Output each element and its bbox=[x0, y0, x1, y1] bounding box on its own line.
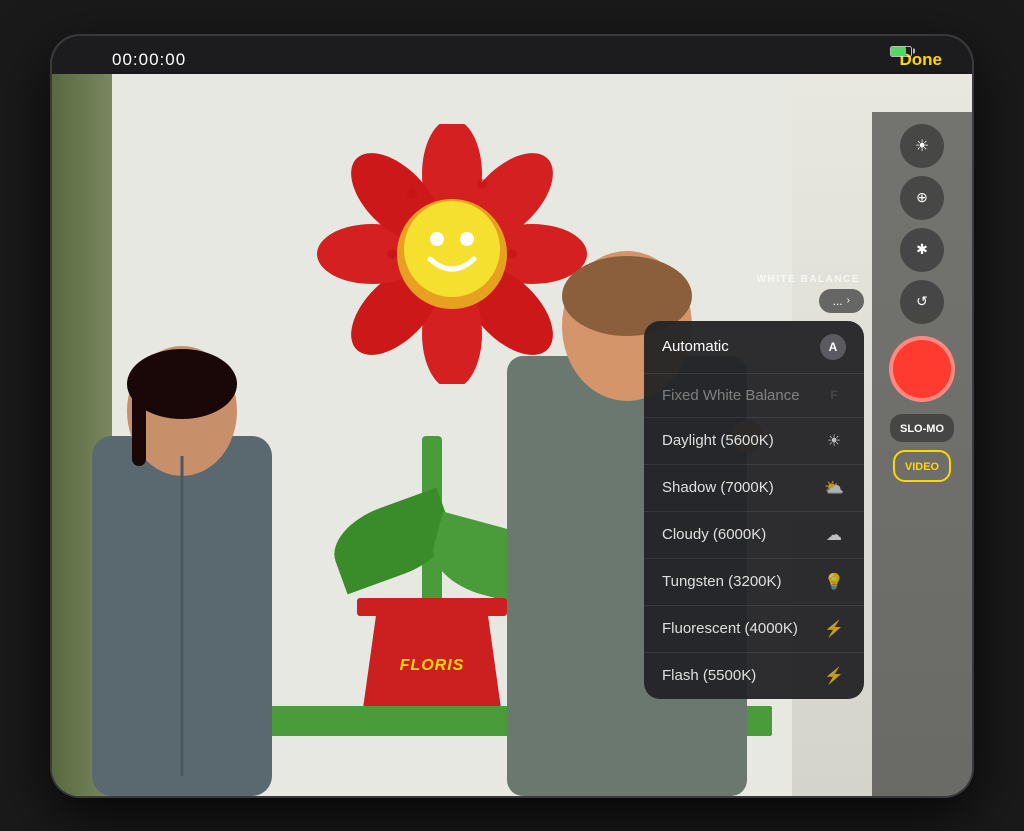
timer-display: 00:00:00 bbox=[72, 50, 186, 70]
ipad-frame: 00:00:00 Done bbox=[52, 36, 972, 796]
wb-icon-tungsten: 💡 bbox=[822, 572, 846, 592]
live-photo-button[interactable]: ↺ bbox=[900, 280, 944, 324]
wb-icon-shadow: ⛅ bbox=[822, 478, 846, 498]
video-mode-button[interactable]: VIDEO bbox=[893, 450, 951, 482]
wb-item-automatic[interactable]: Automatic A bbox=[644, 321, 864, 374]
ev-control-icon: ⊕ bbox=[916, 189, 928, 206]
wb-label-daylight: Daylight (5600K) bbox=[662, 432, 774, 449]
battery-indicator bbox=[890, 46, 912, 57]
wb-label-flash: Flash (5500K) bbox=[662, 667, 756, 684]
wb-icon-daylight: ☀ bbox=[822, 431, 846, 451]
wb-item-shadow[interactable]: Shadow (7000K) ⛅ bbox=[644, 465, 864, 512]
wb-label-fixed: Fixed White Balance bbox=[662, 387, 800, 404]
wb-icon-fluorescent: ⚡ bbox=[822, 619, 846, 639]
wb-item-daylight[interactable]: Daylight (5600K) ☀ bbox=[644, 418, 864, 465]
wb-icon-automatic: A bbox=[820, 334, 846, 360]
wb-header-text: ... bbox=[833, 294, 843, 308]
flash-control-icon: ✱ bbox=[916, 241, 928, 258]
wb-section-label: WHITE BALANCE bbox=[644, 274, 864, 285]
wb-label-automatic: Automatic bbox=[662, 338, 729, 355]
battery-fill bbox=[891, 47, 906, 56]
chevron-right-icon: › bbox=[847, 295, 850, 306]
wb-item-tungsten[interactable]: Tungsten (3200K) 💡 bbox=[644, 559, 864, 606]
wb-icon-cloudy: ☁ bbox=[822, 525, 846, 545]
wb-label-tungsten: Tungsten (3200K) bbox=[662, 573, 782, 590]
battery-body bbox=[890, 46, 912, 57]
slo-mo-button[interactable]: SLO-MO bbox=[890, 414, 954, 442]
wb-dropdown-menu: Automatic A Fixed White Balance F Daylig… bbox=[644, 321, 864, 699]
record-button[interactable] bbox=[889, 336, 955, 402]
pot-text: FLORIS bbox=[400, 657, 465, 675]
wb-label-shadow: Shadow (7000K) bbox=[662, 479, 774, 496]
wb-control-button[interactable]: ☀ bbox=[900, 124, 944, 168]
wb-item-flash[interactable]: Flash (5500K) ⚡ bbox=[644, 653, 864, 699]
wb-icon-flash: ⚡ bbox=[822, 666, 846, 686]
wb-item-fixed[interactable]: Fixed White Balance F bbox=[644, 374, 864, 418]
status-bar: 00:00:00 Done bbox=[52, 36, 972, 76]
wb-label-cloudy: Cloudy (6000K) bbox=[662, 526, 766, 543]
white-balance-container: WHITE BALANCE ... › Automatic A Fixed Wh… bbox=[644, 274, 864, 699]
live-photo-icon: ↺ bbox=[916, 293, 928, 310]
wb-item-fluorescent[interactable]: Fluorescent (4000K) ⚡ bbox=[644, 606, 864, 653]
wb-item-cloudy[interactable]: Cloudy (6000K) ☁ bbox=[644, 512, 864, 559]
wb-control-icon: ☀ bbox=[915, 136, 929, 156]
flash-control-button[interactable]: ✱ bbox=[900, 228, 944, 272]
ev-control-button[interactable]: ⊕ bbox=[900, 176, 944, 220]
wb-header-button[interactable]: ... › bbox=[819, 289, 864, 313]
person-left-svg bbox=[52, 236, 332, 796]
wb-icon-fixed: F bbox=[822, 388, 846, 402]
slo-mo-label: SLO-MO bbox=[900, 423, 944, 435]
camera-viewfinder: FLORIS bbox=[52, 74, 972, 796]
video-mode-label: VIDEO bbox=[905, 461, 939, 473]
right-control-panel: ☀ ⊕ ✱ ↺ SLO-MO VIDEO bbox=[872, 112, 972, 796]
wb-label-fluorescent: Fluorescent (4000K) bbox=[662, 620, 798, 637]
